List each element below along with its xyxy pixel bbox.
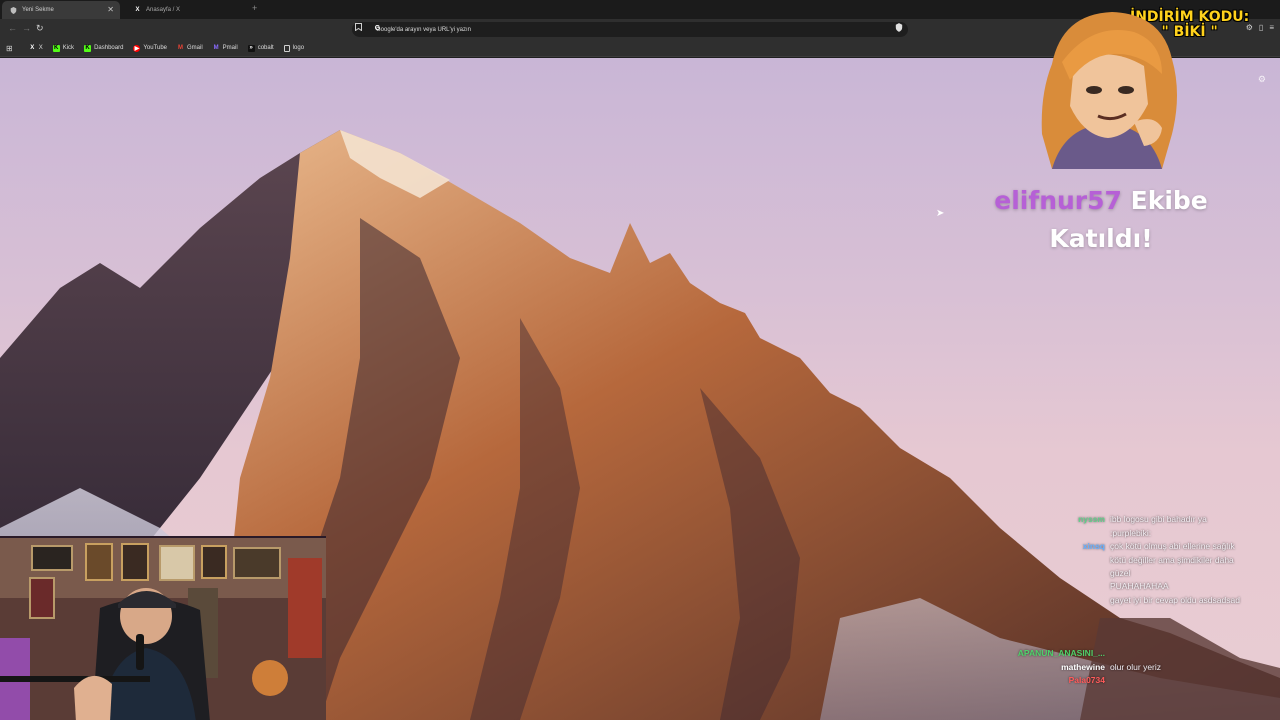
bookmark-label: Gmail bbox=[187, 45, 203, 51]
chat-username[interactable]: APANUN_ANASINI_... bbox=[1018, 647, 1105, 660]
bookmark-gmail[interactable]: M Gmail bbox=[177, 45, 203, 52]
bookmark-kick[interactable]: K Kick bbox=[52, 44, 75, 52]
stream-chat: nyssm ibb logosu gibi bahadır ya :purplebi… bbox=[990, 500, 1280, 687]
chat-text: :purplebiki: bbox=[1110, 527, 1152, 538]
chat-text: olur olur yeriz bbox=[1110, 661, 1162, 672]
chat-message bbox=[990, 607, 1280, 620]
webcam-feed bbox=[0, 536, 326, 720]
address-bar[interactable]: Google'da arayın veya URL'yi yazın bbox=[352, 22, 908, 37]
reload-icon[interactable]: ↻ bbox=[36, 23, 44, 34]
chat-text: güzel bbox=[1110, 567, 1131, 578]
chat-message bbox=[990, 634, 1280, 647]
gmail-icon: M bbox=[178, 45, 183, 51]
bookmark-pmail[interactable]: M Pmail bbox=[213, 45, 238, 52]
bookmark-label: Pmail bbox=[222, 45, 238, 51]
screen: Yeni Sekme ✕ X Anasayfa / X + ← → ↻ Goog… bbox=[0, 0, 1280, 720]
streamer-camera-image bbox=[0, 538, 326, 720]
proton-icon: M bbox=[213, 45, 219, 51]
chat-message: APANUN_ANASINI_... bbox=[990, 647, 1280, 660]
bookmark-icon[interactable] bbox=[355, 23, 362, 33]
bookmark-x[interactable]: X X bbox=[29, 45, 43, 52]
bookmark-label: Dashboard bbox=[94, 45, 124, 51]
new-tab-icon[interactable]: + bbox=[252, 3, 257, 13]
cobalt-icon: » bbox=[247, 44, 255, 52]
customize-gear-icon[interactable]: ⚙ bbox=[1258, 74, 1266, 85]
chat-message: güzel bbox=[990, 567, 1280, 580]
chat-message: kötü değiller ama şimdikiler daha bbox=[990, 554, 1280, 567]
follower-alert: elifnur57 Ekibe Katıldı! bbox=[976, 182, 1226, 258]
alert-line-2: Katıldı! bbox=[1049, 224, 1153, 253]
bookmark-label: cobalt bbox=[257, 45, 274, 51]
chat-message: PUAHAHAHAA bbox=[990, 580, 1280, 593]
bookmark-dashboard[interactable]: K Dashboard bbox=[84, 44, 124, 52]
chat-message: :purplebiki: bbox=[990, 527, 1280, 540]
chat-text: çok kötü olmuş abi ellerine sağlık bbox=[1110, 541, 1235, 552]
address-placeholder: Google'da arayın veya URL'yi yazın bbox=[376, 26, 472, 33]
chat-text: gayet iyi bir cevap oldu asdsadsad bbox=[1110, 594, 1240, 605]
tab-x-home[interactable]: X Anasayfa / X bbox=[126, 1, 248, 19]
chat-username[interactable]: Pala0734 bbox=[1069, 674, 1105, 687]
tab-new-tab[interactable]: Yeni Sekme ✕ bbox=[2, 1, 120, 19]
chat-text: ibb logosu gibi bahadır ya bbox=[1110, 514, 1207, 525]
doc-icon bbox=[283, 44, 290, 52]
chat-message: gayet iyi bir cevap oldu asdsadsad bbox=[990, 594, 1280, 607]
apps-grid-icon[interactable]: ⊞ bbox=[6, 44, 13, 53]
back-icon[interactable]: ← bbox=[8, 23, 17, 33]
chat-text: PUAHAHAHAA bbox=[1110, 581, 1169, 592]
shield-tab-icon bbox=[10, 6, 17, 14]
bookmark-cobalt[interactable]: » cobalt bbox=[247, 44, 274, 52]
alert-line-1: elifnur57 Ekibe bbox=[976, 182, 1226, 220]
bookmark-label: X bbox=[38, 45, 43, 51]
chat-message: Pala0734 bbox=[990, 674, 1280, 687]
mouse-cursor-icon: ➤ bbox=[936, 208, 945, 219]
x-logo-icon: X bbox=[135, 7, 140, 13]
bookmark-youtube[interactable]: ▶ YouTube bbox=[133, 44, 167, 52]
x-logo-icon: X bbox=[30, 45, 35, 51]
chat-message bbox=[990, 500, 1280, 513]
chat-message: mathewine olur olur yeriz bbox=[990, 661, 1280, 674]
bookmark-label: Kick bbox=[62, 45, 75, 51]
mascot-avatar bbox=[1041, 12, 1177, 169]
tab-label: Yeni Sekme bbox=[22, 7, 54, 13]
chat-username[interactable]: mathewine bbox=[1061, 661, 1105, 674]
alert-username: elifnur57 bbox=[994, 186, 1122, 215]
alert-suffix: Ekibe bbox=[1130, 186, 1208, 215]
chat-message: nyssm ibb logosu gibi bahadır ya bbox=[990, 513, 1280, 526]
bookmark-label: logo bbox=[292, 45, 305, 51]
brave-shield-icon[interactable] bbox=[895, 23, 903, 34]
chat-message bbox=[990, 621, 1280, 634]
chat-username[interactable]: xinsq bbox=[1083, 540, 1105, 553]
kick-icon: K bbox=[84, 44, 92, 52]
chat-text: kötü değiller ama şimdikiler daha bbox=[1110, 554, 1234, 565]
toolbar-right-icons: ⚙ ▯ ≡ bbox=[1246, 23, 1274, 32]
chat-message: xinsq çok kötü olmuş abi ellerine sağlık bbox=[990, 540, 1280, 553]
sidebar-icon[interactable]: ▯ bbox=[1259, 23, 1263, 32]
menu-icon[interactable]: ≡ bbox=[1269, 23, 1274, 32]
forward-icon[interactable]: → bbox=[22, 23, 31, 33]
close-tab-icon[interactable]: ✕ bbox=[107, 5, 114, 14]
bookmark-logo[interactable]: logo bbox=[283, 44, 305, 52]
bookmark-label: YouTube bbox=[143, 45, 167, 51]
youtube-icon: ▶ bbox=[133, 44, 141, 52]
kick-icon: K bbox=[52, 44, 60, 52]
google-icon: G bbox=[374, 25, 381, 32]
tab-label: Anasayfa / X bbox=[146, 7, 181, 13]
chat-username[interactable]: nyssm bbox=[1078, 513, 1105, 526]
